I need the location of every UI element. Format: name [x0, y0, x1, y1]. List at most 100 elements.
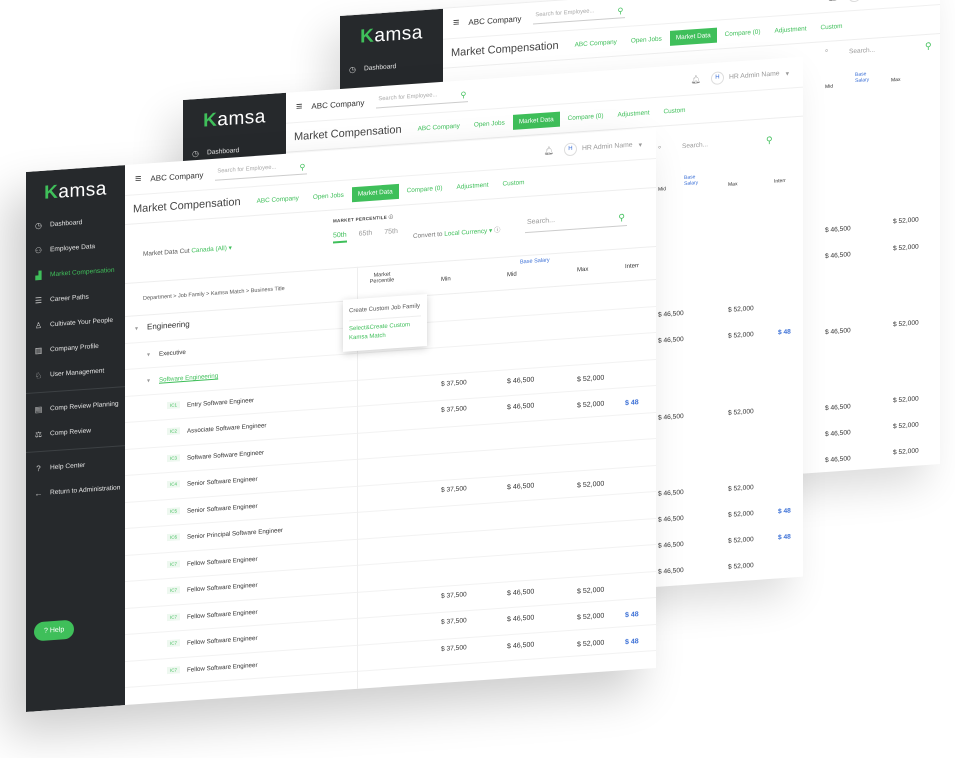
percentile-50th[interactable]: 50th [333, 231, 347, 244]
cell-int: $ 48 [625, 611, 639, 620]
employee-search-input[interactable]: Search for Employee... ⚲ [215, 160, 308, 181]
tab-open-jobs[interactable]: Open Jobs [307, 187, 350, 205]
search-icon: ⚲ [617, 6, 624, 16]
tab-abc-company[interactable]: ABC Company [569, 34, 623, 53]
job-title: Senior Software Engineer [187, 475, 258, 488]
company-name: ABC Company [468, 13, 522, 27]
employee-search-input[interactable]: Search for Employee... ⚲ [376, 88, 469, 109]
review-icon: ⚖ [34, 429, 43, 440]
chevron-down-icon[interactable]: ▾ [135, 325, 138, 332]
base-salary-header: Base Salary [684, 174, 699, 187]
cell-max: $ 52,000 [728, 305, 754, 314]
company-name: ABC Company [311, 97, 365, 111]
avatar[interactable]: H [563, 142, 577, 157]
percentile-65th[interactable]: 65th [359, 230, 373, 242]
user-name[interactable]: HR Admin Name [582, 142, 633, 153]
search-icon: ⚲ [618, 212, 625, 223]
cell-mid: $ 46,500 [825, 403, 851, 413]
menu-icon[interactable]: ≡ [453, 17, 459, 29]
select-create-custom-match-option[interactable]: Select&Create Custom Kamsa Match [349, 315, 421, 348]
col-max-header: Max [891, 76, 901, 84]
bell-icon[interactable]: 🔔︎ [544, 146, 554, 156]
level-badge: IC7 [167, 612, 181, 621]
bell-icon[interactable]: 🔔︎ [691, 75, 701, 85]
job-title: Senior Software Engineer [187, 502, 258, 515]
sidebar-item-dashboard[interactable]: ◷ Dashboard [340, 51, 443, 83]
clipboard-icon: ▤ [34, 404, 43, 415]
search-icon: ○ [825, 47, 829, 55]
table-search-input[interactable]: Search... ⚲ [525, 209, 627, 234]
dashboard-icon: ◷ [349, 64, 356, 75]
tab-custom[interactable]: Custom [657, 102, 691, 119]
col-mid-header: Mid [658, 186, 667, 193]
kamsa-logo: Kamsa [203, 106, 266, 132]
tab-adjustment[interactable]: Adjustment [451, 177, 495, 195]
tab-compare[interactable]: Compare (0) [401, 180, 449, 198]
dashboard-icon: ◷ [35, 220, 42, 231]
cell-mid: $ 46,500 [507, 614, 535, 624]
user-gear-icon: ♘ [34, 370, 43, 381]
job-family-name[interactable]: Software Engineering [159, 373, 218, 384]
tab-custom[interactable]: Custom [496, 174, 530, 191]
sidebar: Kamsa ◷ Dashboard ⚇ Employee Data ▟ Market … [26, 165, 125, 712]
tab-abc-company[interactable]: ABC Company [251, 190, 305, 209]
tab-market-data[interactable]: Market Data [512, 111, 560, 130]
market-data-cut-select[interactable]: Market Data Cut Canada (All) ▾ [143, 244, 232, 258]
chevron-right-icon[interactable]: ▾ [147, 377, 150, 384]
job-title: Senior Principal Software Engineer [187, 527, 283, 541]
tab-adjustment[interactable]: Adjustment [612, 104, 656, 122]
menu-icon[interactable]: ≡ [296, 101, 302, 113]
employee-search-input[interactable]: Search for Employee... ⚲ [533, 4, 626, 25]
cell-max: $ 52,000 [728, 484, 754, 493]
chevron-down-icon[interactable]: ▾ [639, 140, 642, 148]
job-title: Fellow Software Engineer [187, 555, 258, 568]
chevron-down-icon: ▾ [228, 244, 232, 252]
job-title: Fellow Software Engineer [187, 634, 258, 647]
search-input[interactable]: Search... [849, 47, 875, 56]
percentile-75th[interactable]: 75th [384, 228, 398, 240]
base-salary-header: Base Salary [855, 71, 870, 84]
user-name[interactable]: HR Admin Name [729, 70, 780, 81]
cell-mid: $ 46,500 [658, 412, 684, 422]
help-button[interactable]: ? Help [34, 619, 75, 642]
tab-market-data[interactable]: Market Data [669, 27, 717, 46]
cell-min: $ 37,500 [441, 484, 467, 494]
cell-int: $ 48 [625, 399, 639, 408]
bell-icon[interactable]: 🔔︎ [828, 0, 838, 2]
cell-max: $ 52,000 [728, 510, 754, 519]
chevron-down-icon[interactable]: ▾ [786, 69, 789, 77]
cell-min: $ 37,500 [441, 405, 467, 414]
market-percentile-header: Market Percentile [369, 271, 395, 285]
front-window: Kamsa ◷ Dashboard ⚇ Employee Data ▟ Market … [26, 127, 656, 712]
currency-select[interactable]: Convert to Local Currency ▾ ⓘ [413, 225, 500, 240]
job-title: Associate Software Engineer [187, 422, 267, 435]
cell-max: $ 52,000 [577, 374, 605, 383]
avatar[interactable]: H [847, 0, 861, 3]
page-title: Market Compensation [451, 39, 559, 60]
people-icon: ⚇ [34, 245, 43, 256]
col-max-header: Max [577, 266, 589, 274]
tab-open-jobs[interactable]: Open Jobs [625, 31, 668, 49]
tab-market-data[interactable]: Market Data [351, 183, 399, 202]
tab-open-jobs[interactable]: Open Jobs [468, 115, 511, 133]
tab-compare[interactable]: Compare (0) [562, 108, 610, 126]
search-input[interactable]: Search... [682, 141, 708, 150]
chevron-right-icon[interactable]: ▾ [147, 351, 150, 358]
context-menu: Create Custom Job Family Select&Create C… [343, 293, 427, 352]
level-badge: IC2 [167, 427, 181, 436]
cell-mid: $ 46,500 [507, 587, 535, 597]
chevron-down-icon: ▾ [489, 227, 493, 235]
tab-abc-company[interactable]: ABC Company [412, 118, 466, 137]
cell-max: $ 52,000 [728, 562, 754, 571]
cell-mid: $ 46,500 [507, 640, 535, 650]
menu-icon[interactable]: ≡ [135, 173, 141, 185]
job-title: Fellow Software Engineer [187, 581, 258, 594]
cell-mid: $ 46,500 [658, 309, 684, 319]
tab-compare[interactable]: Compare (0) [719, 24, 767, 42]
col-max-header: Max [728, 181, 738, 188]
dashboard-icon: ◷ [192, 148, 199, 159]
avatar[interactable]: H [710, 71, 724, 86]
tab-adjustment[interactable]: Adjustment [769, 20, 813, 38]
tab-custom[interactable]: Custom [814, 18, 848, 35]
page-title: Market Compensation [133, 195, 241, 216]
